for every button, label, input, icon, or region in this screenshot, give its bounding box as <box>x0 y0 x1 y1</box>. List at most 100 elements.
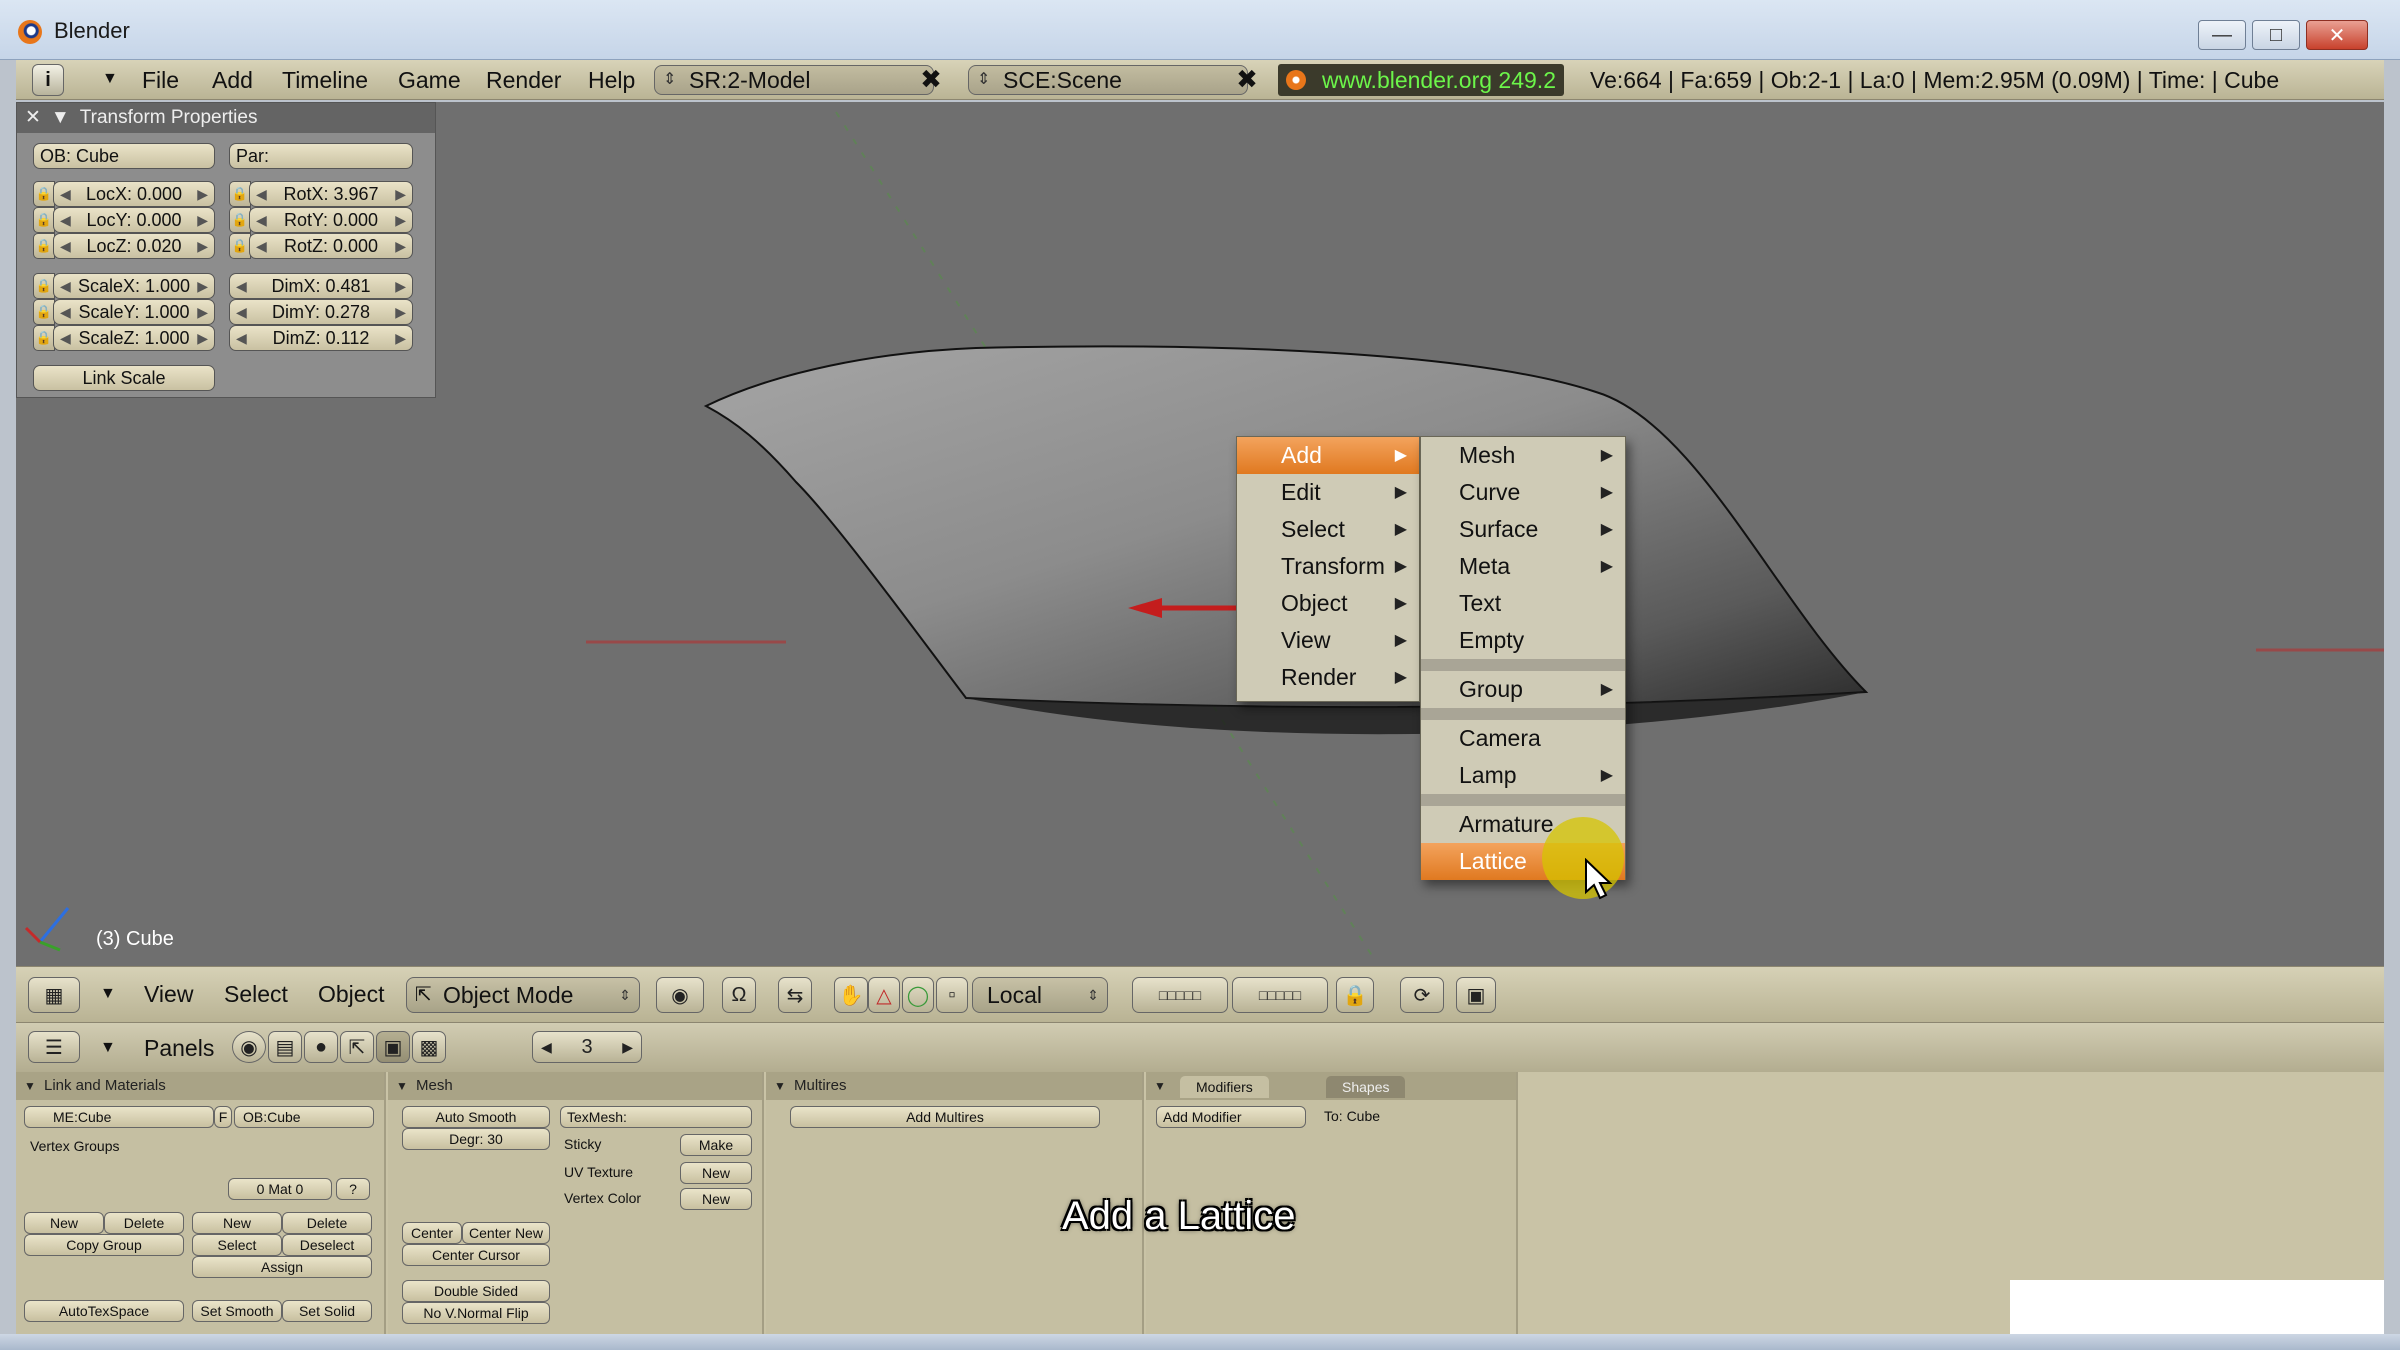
chevron-down-icon[interactable]: ▼ <box>100 1039 116 1057</box>
new-vertex-group-button[interactable]: New <box>24 1212 104 1234</box>
fake-user-toggle[interactable]: F <box>214 1106 232 1128</box>
lock-icon[interactable]: 🔒 <box>229 233 251 259</box>
auto-smooth-toggle[interactable]: Auto Smooth <box>402 1106 550 1128</box>
toolbox-item-object[interactable]: Object ▶ <box>1237 585 1419 622</box>
lock-icon[interactable]: 🔒 <box>33 273 55 299</box>
delete-vertex-group-button[interactable]: Delete <box>104 1212 184 1234</box>
lock-icon[interactable]: 🔒 <box>229 181 251 207</box>
panel-header[interactable]: Multires <box>766 1072 1142 1100</box>
layer-buttons-b[interactable]: □□□□□ <box>1232 977 1328 1013</box>
scaley-field[interactable]: ◀ ScaleY: 1.000 ▶ <box>53 299 215 325</box>
pivot-point-icon[interactable]: Ω <box>722 977 756 1013</box>
lock-icon[interactable]: 🔒 <box>33 233 55 259</box>
add-item-text[interactable]: Text <box>1421 585 1625 622</box>
center-new-button[interactable]: Center New <box>462 1222 550 1244</box>
toolbox-item-edit[interactable]: Edit ▶ <box>1237 474 1419 511</box>
scalex-field[interactable]: ◀ ScaleX: 1.000 ▶ <box>53 273 215 299</box>
panel-header[interactable]: Link and Materials <box>16 1072 384 1100</box>
material-help-button[interactable]: ? <box>336 1178 370 1200</box>
rotz-field[interactable]: ◀ RotZ: 0.000 ▶ <box>249 233 413 259</box>
menu-file[interactable]: File <box>142 67 179 94</box>
close-icon[interactable]: ✕ <box>25 107 41 128</box>
sticky-make-button[interactable]: Make <box>680 1134 752 1156</box>
toolbox-item-transform[interactable]: Transform ▶ <box>1237 548 1419 585</box>
script-context-icon[interactable]: ▤ <box>268 1031 302 1063</box>
add-item-meta[interactable]: Meta ▶ <box>1421 548 1625 585</box>
translate-manipulator-icon[interactable]: △ <box>868 977 900 1013</box>
draw-type-icon[interactable]: ◉ <box>656 977 704 1013</box>
chevron-down-icon[interactable]: ▼ <box>102 70 118 88</box>
lock-icon[interactable]: 🔒 <box>229 207 251 233</box>
assign-material-button[interactable]: Assign <box>192 1256 372 1278</box>
logic-context-icon[interactable]: ◉ <box>232 1031 266 1063</box>
frame-number-field[interactable]: ◀ 3 ▶ <box>532 1031 642 1063</box>
scene-context-icon[interactable]: ▩ <box>412 1031 446 1063</box>
delete-scene-icon[interactable]: ✖ <box>1232 65 1262 95</box>
new-material-button[interactable]: New <box>192 1212 282 1234</box>
lock-layers-icon[interactable]: 🔒 <box>1336 977 1374 1013</box>
locz-field[interactable]: ◀ LocZ: 0.020 ▶ <box>53 233 215 259</box>
lock-icon[interactable]: 🔒 <box>33 299 55 325</box>
add-item-lamp[interactable]: Lamp ▶ <box>1421 757 1625 794</box>
close-icon[interactable]: ✕ <box>2306 20 2368 50</box>
menu-add[interactable]: Add <box>212 67 253 94</box>
menu-timeline[interactable]: Timeline <box>282 67 368 94</box>
rotx-field[interactable]: ◀ RotX: 3.967 ▶ <box>249 181 413 207</box>
window-type-buttons-icon[interactable]: ☰ <box>28 1031 80 1063</box>
add-item-group[interactable]: Group ▶ <box>1421 671 1625 708</box>
snap-icon[interactable]: ⇆ <box>778 977 812 1013</box>
menu-view[interactable]: View <box>144 981 193 1008</box>
lock-icon[interactable]: 🔒 <box>33 325 55 351</box>
info-window-icon[interactable]: i <box>32 64 64 96</box>
shading-context-icon[interactable]: ● <box>304 1031 338 1063</box>
layer-buttons-a[interactable]: □□□□□ <box>1132 977 1228 1013</box>
rotate-manipulator-icon[interactable]: ◯ <box>902 977 934 1013</box>
menu-select[interactable]: Select <box>224 981 288 1008</box>
mesh-datablock-field[interactable]: ME:Cube <box>24 1106 214 1128</box>
vertex-color-new-button[interactable]: New <box>680 1188 752 1210</box>
toolbox-item-add[interactable]: Add ▶ <box>1237 437 1419 474</box>
mode-selector[interactable]: ⇱ Object Mode ⇕ <box>406 977 640 1013</box>
panel-header[interactable]: Mesh <box>388 1072 762 1100</box>
transform-orientation-selector[interactable]: Local ⇕ <box>972 977 1108 1013</box>
dimz-field[interactable]: ◀ DimZ: 0.112 ▶ <box>229 325 413 351</box>
add-item-empty[interactable]: Empty <box>1421 622 1625 659</box>
degree-field[interactable]: Degr: 30 <box>402 1128 550 1150</box>
add-item-surface[interactable]: Surface ▶ <box>1421 511 1625 548</box>
object-datablock-field[interactable]: OB:Cube <box>234 1106 374 1128</box>
copy-group-button[interactable]: Copy Group <box>24 1234 184 1256</box>
menu-object[interactable]: Object <box>318 981 384 1008</box>
add-multires-button[interactable]: Add Multires <box>790 1106 1100 1128</box>
blender-website-link[interactable]: www.blender.org 249.2 <box>1278 64 1564 96</box>
minimize-icon[interactable]: — <box>2198 20 2246 50</box>
uv-texture-new-button[interactable]: New <box>680 1162 752 1184</box>
texmesh-field[interactable]: TexMesh: <box>560 1106 752 1128</box>
toolbox-item-select[interactable]: Select ▶ <box>1237 511 1419 548</box>
collapse-triangle-icon[interactable]: ▼ <box>51 107 70 128</box>
tab-shapes[interactable]: Shapes <box>1326 1076 1406 1098</box>
scene-selector[interactable]: ⇕ SCE:Scene <box>968 65 1248 95</box>
scalez-field[interactable]: ◀ ScaleZ: 1.000 ▶ <box>53 325 215 351</box>
dimy-field[interactable]: ◀ DimY: 0.278 ▶ <box>229 299 413 325</box>
no-vnormal-flip-toggle[interactable]: No V.Normal Flip <box>402 1302 550 1324</box>
add-item-mesh[interactable]: Mesh ▶ <box>1421 437 1625 474</box>
add-item-camera[interactable]: Camera <box>1421 720 1625 757</box>
locy-field[interactable]: ◀ LocY: 0.000 ▶ <box>53 207 215 233</box>
decrement-arrow-icon[interactable]: ◀ <box>541 1039 552 1056</box>
locx-field[interactable]: ◀ LocX: 0.000 ▶ <box>53 181 215 207</box>
link-scale-button[interactable]: Link Scale <box>33 365 215 391</box>
material-index-field[interactable]: 0 Mat 0 <box>228 1178 332 1200</box>
tab-modifiers[interactable]: Modifiers <box>1180 1076 1269 1098</box>
parent-field[interactable]: Par: <box>229 143 413 169</box>
roty-field[interactable]: ◀ RotY: 0.000 ▶ <box>249 207 413 233</box>
set-smooth-button[interactable]: Set Smooth <box>192 1300 282 1322</box>
lock-icon[interactable]: 🔒 <box>33 181 55 207</box>
render-view-icon[interactable]: ▣ <box>1456 977 1496 1013</box>
increment-arrow-icon[interactable]: ▶ <box>622 1039 633 1056</box>
menu-render[interactable]: Render <box>486 67 561 94</box>
editing-context-icon[interactable]: ▣ <box>376 1031 410 1063</box>
center-button[interactable]: Center <box>402 1222 462 1244</box>
chevron-down-icon[interactable]: ▼ <box>100 985 116 1003</box>
opengl-render-icon[interactable]: ⟳ <box>1400 977 1444 1013</box>
select-material-button[interactable]: Select <box>192 1234 282 1256</box>
